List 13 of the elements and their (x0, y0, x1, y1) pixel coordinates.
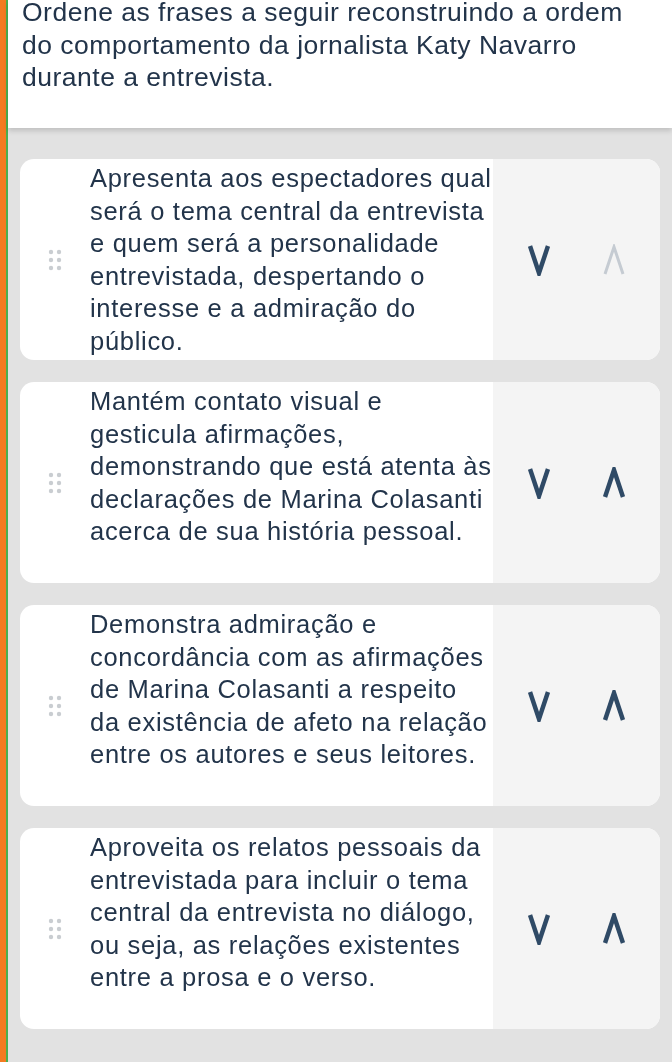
answer-card[interactable]: Apresenta aos espectadores qual será o tema central da entrevista e quem será a personalidade entrevistada, despertando o interesse e a admiração do público. (20, 159, 660, 360)
drag-handle-icon[interactable] (48, 694, 62, 717)
drag-handle-icon[interactable] (48, 471, 62, 494)
answer-card[interactable]: Mantém contato visual e gesticula afirmações, demonstrando que está atenta às declarações de Marina Colasanti acerca de sua história pessoal. (20, 382, 660, 583)
question-text: Ordene as frases a seguir reconstruindo a ordem do comportamento da jornalista Katy Navarro durante a entrevista. (22, 0, 624, 94)
drag-handle-icon[interactable] (48, 917, 62, 940)
answer-text: Apresenta aos espectadores qual será o tema central da entrevista e quem será a personalidade entrevistada, despertando o interesse e a admiração do público. (90, 163, 493, 357)
drag-handle-icon[interactable] (48, 248, 62, 271)
answer-text: Mantém contato visual e gesticula afirmações, demonstrando que está atenta às declarações de Marina Colasanti acerca de sua história pessoal. (90, 386, 493, 547)
answer-text: Demonstra admiração e concordância com as afirmações de Marina Colasanti a respeito da existência de afeto na relação entre os autores e seus leitores. (90, 609, 489, 770)
answer-card[interactable]: Aproveita os relatos pessoais da entrevistada para incluir o tema central da entrevista no diálogo, ou seja, as relações existentes entre a prosa e o verso. (20, 828, 660, 1029)
answer-text: Aproveita os relatos pessoais da entrevistada para incluir o tema central da entrevista no diálogo, ou seja, as relações existentes entre a prosa e o verso. (90, 832, 482, 993)
answer-card[interactable]: Demonstra admiração e concordância com as afirmações de Marina Colasanti a respeito da existência de afeto na relação entre os autores e seus leitores. (20, 605, 660, 806)
